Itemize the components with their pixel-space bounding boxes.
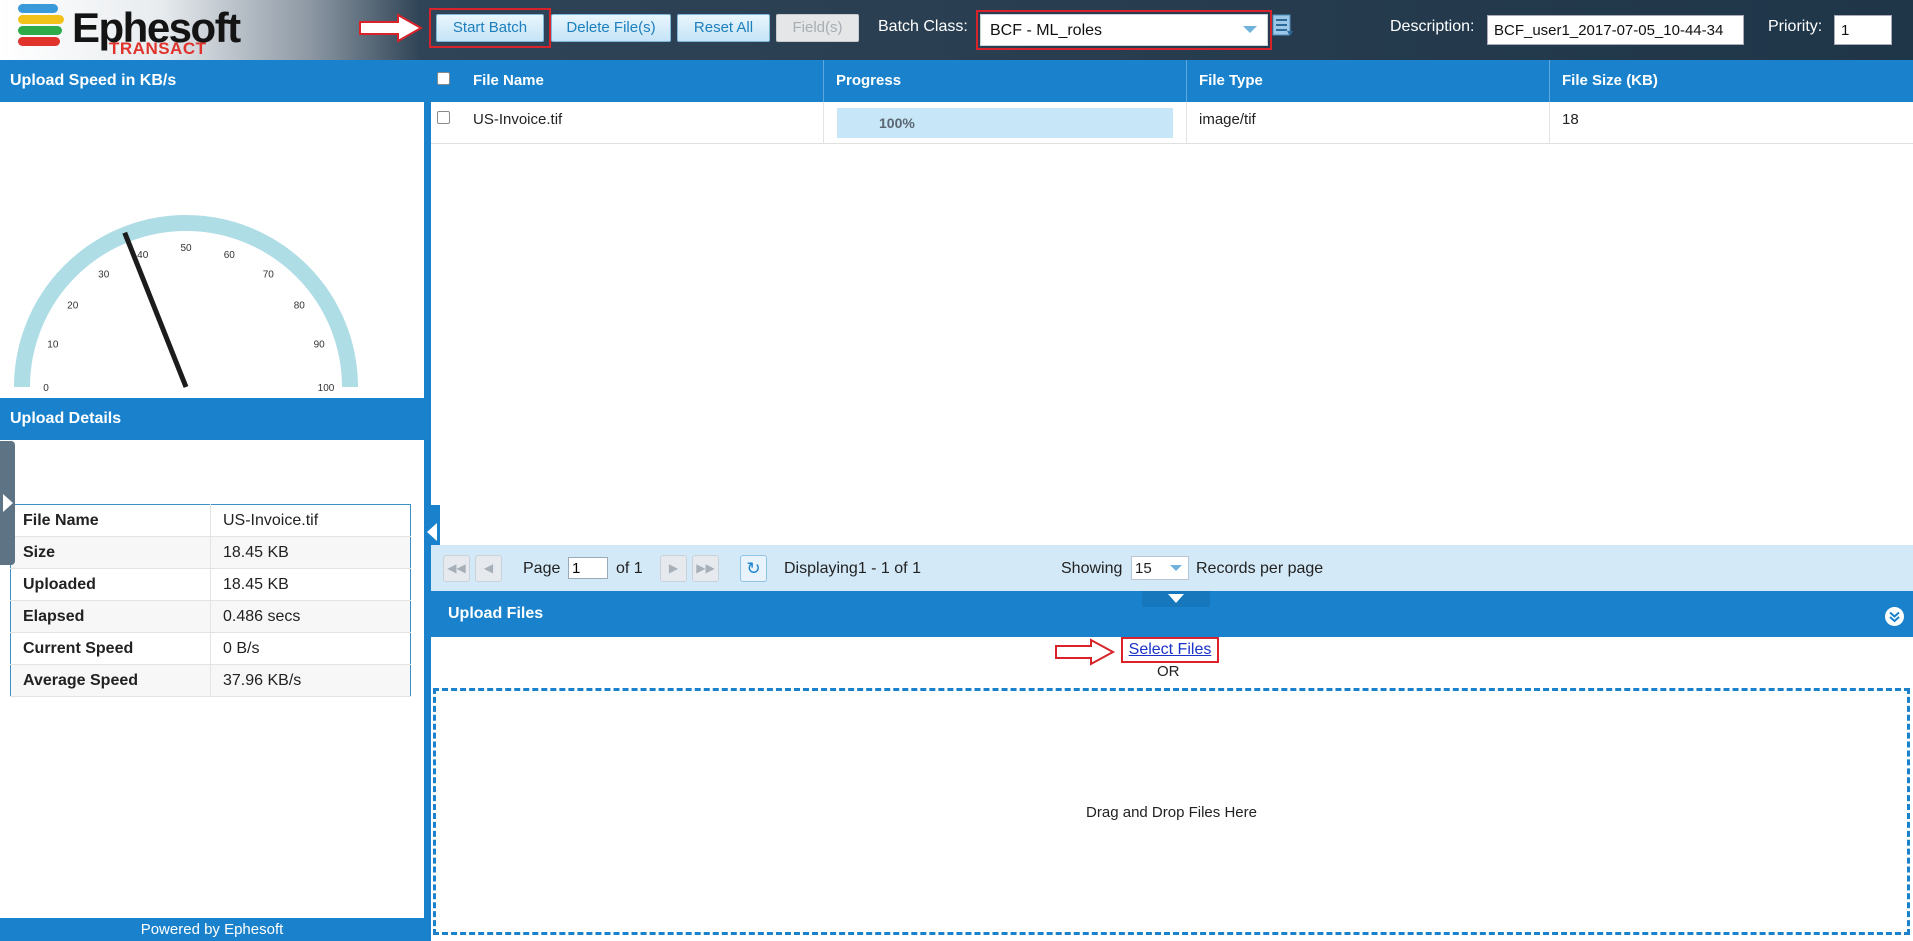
details-value: US-Invoice.tif: [210, 504, 411, 537]
details-label: File Name: [10, 504, 211, 537]
details-row: Average Speed 37.96 KB/s: [10, 664, 411, 697]
chevron-down-icon: [1170, 565, 1182, 571]
gauge-tick-label: 50: [180, 243, 192, 254]
last-page-icon[interactable]: ▶▶: [692, 555, 719, 582]
column-file-type[interactable]: File Type: [1187, 60, 1550, 102]
details-label: Uploaded: [10, 568, 211, 601]
upload-panel-toggle[interactable]: [1142, 591, 1210, 607]
page-number-input[interactable]: [568, 557, 608, 579]
progress-text: 100%: [879, 115, 915, 131]
gauge-svg: 0 10 20 30 40 50 60 70 80 90 100: [14, 215, 358, 394]
collapse-chevron-icon[interactable]: [1885, 607, 1904, 626]
details-value: 37.96 KB/s: [210, 664, 411, 697]
details-row: Current Speed 0 B/s: [10, 632, 411, 665]
logo-subtext: TRANSACT: [109, 39, 207, 58]
chevron-down-icon: [1243, 26, 1257, 33]
prev-page-icon[interactable]: ◀: [475, 555, 502, 582]
first-page-icon[interactable]: ◀◀: [443, 555, 470, 582]
details-label: Size: [10, 536, 211, 569]
records-per-page-label: Records per page: [1196, 560, 1324, 577]
details-row: File Name US-Invoice.tif: [10, 504, 411, 537]
upload-speed-header: Upload Speed in KB/s: [0, 60, 424, 102]
arrow-right-icon: [1055, 638, 1116, 666]
showing-label: Showing: [1061, 560, 1123, 577]
progress-bar: 100%: [837, 108, 1173, 138]
priority-label: Priority:: [1768, 18, 1823, 35]
details-row: Elapsed 0.486 secs: [10, 600, 411, 633]
fields-button[interactable]: Field(s): [776, 14, 859, 42]
details-value: 18.45 KB: [210, 536, 411, 569]
chevron-down-icon: [1168, 594, 1184, 603]
file-grid-header: File Name Progress File Type File Size (…: [431, 60, 1913, 102]
upload-details-header: Upload Details: [0, 398, 424, 440]
details-label: Current Speed: [10, 632, 211, 665]
panel-splitter[interactable]: [424, 60, 431, 941]
delete-files-button[interactable]: Delete File(s): [551, 14, 671, 42]
gauge-needle: [122, 231, 189, 388]
gauge-tick-label: 10: [47, 340, 59, 351]
powered-by-footer: Powered by Ephesoft: [0, 918, 424, 941]
details-label: Average Speed: [10, 664, 211, 697]
displaying-text: Displaying1 - 1 of 1: [784, 560, 921, 577]
cell-file-type: image/tif: [1187, 102, 1550, 144]
grid-pager: ◀◀ ◀ Page of 1 ▶ ▶▶ ↻ Displaying1 - 1 of…: [431, 545, 1913, 591]
column-file-name[interactable]: File Name: [461, 60, 824, 102]
column-file-size[interactable]: File Size (KB): [1550, 60, 1913, 102]
details-value: 0.486 secs: [210, 600, 411, 633]
upload-details-table: File Name US-Invoice.tif Size 18.45 KB Uploa…: [10, 504, 411, 697]
expand-arrow-icon: [3, 494, 13, 512]
gauge-tick-label: 100: [318, 383, 335, 394]
select-files-highlight: Select Files: [1121, 637, 1219, 663]
arrow-right-icon: [359, 13, 424, 43]
ephesoft-logo: Ephesoft TRANSACT: [14, 2, 254, 58]
gauge-tick-label: 40: [137, 250, 149, 261]
priority-input[interactable]: [1834, 15, 1892, 45]
page-label: Page: [523, 560, 561, 577]
refresh-icon[interactable]: ↻: [740, 555, 767, 582]
batch-class-label: Batch Class:: [878, 18, 968, 35]
details-value: 0 B/s: [210, 632, 411, 665]
or-text: OR: [1157, 663, 1180, 680]
batch-class-select[interactable]: BCF - ML_roles: [980, 14, 1268, 46]
gauge-tick-label: 30: [98, 270, 110, 281]
next-page-icon[interactable]: ▶: [660, 555, 687, 582]
select-all-checkbox[interactable]: [437, 72, 450, 85]
left-panel: Upload Speed in KB/s 0 10 20 30 40 50 60 70 80 90…: [0, 60, 424, 941]
records-per-page-value: 15: [1135, 560, 1152, 577]
row-checkbox[interactable]: [437, 111, 450, 124]
gauge-tick-label: 60: [224, 250, 236, 261]
gauge-tick-label: 90: [314, 340, 326, 351]
cell-file-size: 18: [1562, 111, 1579, 128]
drop-zone-text: Drag and Drop Files Here: [1086, 804, 1257, 821]
gauge-tick-label: 70: [263, 270, 275, 281]
column-progress[interactable]: Progress: [824, 60, 1187, 102]
gauge-tick-label: 20: [67, 301, 79, 312]
gauge-tick-label: 80: [294, 301, 306, 312]
gauge-tick-label: 0: [43, 383, 49, 394]
description-label: Description:: [1390, 18, 1475, 35]
batch-class-list-icon[interactable]: [1272, 14, 1294, 38]
details-label: Elapsed: [10, 600, 211, 633]
upload-speed-gauge: 0 10 20 30 40 50 60 70 80 90 100: [0, 102, 424, 402]
description-input[interactable]: [1487, 15, 1744, 45]
batch-class-value: BCF - ML_roles: [990, 22, 1103, 39]
select-files-link[interactable]: Select Files: [1129, 641, 1212, 658]
details-row: Uploaded 18.45 KB: [10, 568, 411, 601]
drop-zone[interactable]: Drag and Drop Files Here: [433, 688, 1910, 935]
reset-all-button[interactable]: Reset All: [677, 14, 770, 42]
collapse-arrow-icon: [427, 523, 437, 541]
details-row: Size 18.45 KB: [10, 536, 411, 569]
cell-file-name: US-Invoice.tif: [461, 102, 824, 144]
top-toolbar: Ephesoft TRANSACT Start Batch Delete Fil…: [0, 0, 1913, 60]
expand-side-tab[interactable]: [0, 441, 15, 565]
records-per-page-select[interactable]: 15: [1131, 556, 1189, 580]
details-value: 18.45 KB: [210, 568, 411, 601]
start-batch-button[interactable]: Start Batch: [436, 14, 544, 42]
page-of-label: of 1: [616, 560, 643, 577]
